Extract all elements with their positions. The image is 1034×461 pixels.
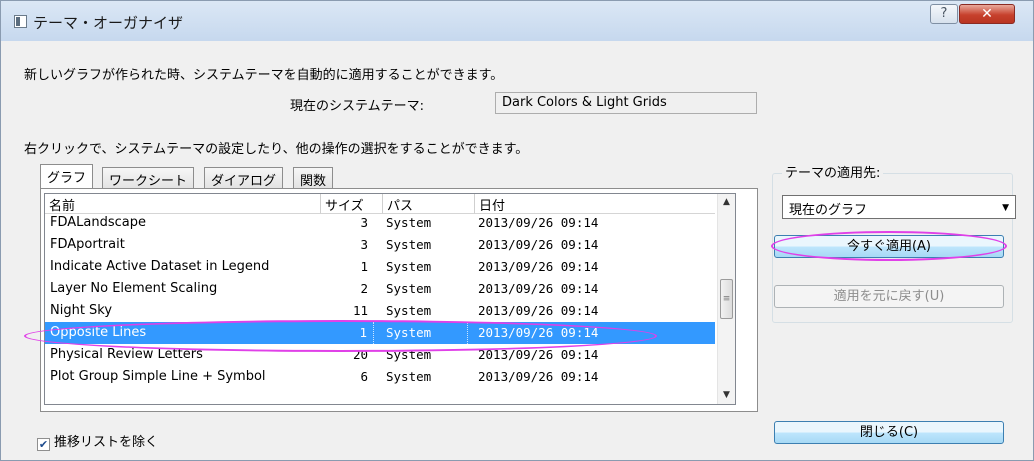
apply-target-select[interactable]: 現在のグラフ ▼ [782,195,1016,219]
exclude-list-checkbox[interactable]: ✔ 推移リストを除く [37,431,158,451]
column-header-date[interactable]: 日付 [475,194,715,214]
window-close-button[interactable]: ✕ [959,4,1015,24]
theme-name-cell: Layer No Element Scaling [50,281,218,296]
close-button[interactable]: 閉じる(C) [774,421,1004,444]
theme-date-cell: 2013/09/26 09:14 [478,347,599,362]
table-row[interactable]: FDALandscape 3 System 2013/09/26 09:14 [45,212,715,234]
theme-size-cell: 1 [321,322,374,344]
theme-name-cell: FDAportrait [50,237,125,252]
apply-now-button[interactable]: 今すぐ適用(A) [774,235,1004,258]
exclude-list-label: 推移リストを除く [54,435,159,450]
theme-size-cell: 1 [360,259,368,274]
table-row[interactable]: Indicate Active Dataset in Legend 1 System… [45,256,715,278]
theme-date-cell: 2013/09/26 09:14 [478,215,599,230]
theme-name-cell: FDALandscape [50,215,146,230]
dialog-body: 新しいグラフが作られた時、システムテーマを自動的に適用することができます。 現在… [10,41,1026,460]
tab-worksheet[interactable]: ワークシート [102,167,195,189]
checkbox-icon[interactable]: ✔ [37,438,50,451]
theme-size-cell: 3 [360,215,368,230]
chevron-down-icon: ▼ [1002,203,1009,213]
apply-target-label: テーマの適用先: [782,162,884,181]
theme-name-cell: Physical Review Letters [50,347,203,362]
theme-date-cell: 2013/09/26 09:14 [478,259,599,274]
scroll-thumb[interactable]: ≡ [720,279,733,319]
theme-name-cell: Opposite Lines [50,325,147,340]
scroll-down-icon[interactable]: ▼ [718,387,735,404]
tab-function[interactable]: 関数 [293,167,334,189]
theme-organizer-dialog: テーマ・オーガナイザ ? ✕ 新しいグラフが作られた時、システムテーマを自動的に… [0,0,1034,461]
list-header: 名前 サイズ パス 日付 [45,194,715,214]
theme-path-cell: System [386,303,432,318]
theme-date-cell: 2013/09/26 09:14 [478,237,599,252]
instruction-text: 右クリックで、システムテーマの設定したり、他の操作の選択をすることができます。 [24,142,529,157]
table-row[interactable]: Plot Group Simple Line + Symbol 6 System 20… [45,366,715,388]
window-title: テーマ・オーガナイザ [33,14,184,32]
list-scrollbar[interactable]: ▲ ≡ ▼ [717,194,735,404]
column-header-size[interactable]: サイズ [321,194,383,214]
table-row[interactable]: Layer No Element Scaling 2 System 2013/09/2… [45,278,715,300]
table-row[interactable]: Opposite Lines 1 System 2013/09/26 09:14 [45,322,715,344]
theme-name-cell: Plot Group Simple Line + Symbol [50,369,266,384]
theme-date-cell: 2013/09/26 09:14 [478,281,599,296]
theme-size-cell: 11 [352,303,368,318]
window-icon [14,15,27,28]
tab-dialog[interactable]: ダイアログ [204,167,284,189]
theme-size-cell: 6 [360,369,368,384]
current-theme-field: Dark Colors & Light Grids [495,92,757,114]
scroll-up-icon[interactable]: ▲ [718,194,735,211]
table-row[interactable]: FDAportrait 3 System 2013/09/26 09:14 [45,234,715,256]
description-text: 新しいグラフが作られた時、システムテーマを自動的に適用することができます。 [24,68,504,83]
theme-path-cell: System [386,259,432,274]
theme-path-cell: System [386,215,432,230]
tab-graph[interactable]: グラフ [40,164,94,188]
theme-path-cell: System [386,369,432,384]
table-row[interactable]: Physical Review Letters 20 System 2013/09/2… [45,344,715,366]
column-header-name[interactable]: 名前 [45,194,321,214]
theme-path-cell: System [386,281,432,296]
theme-size-cell: 2 [360,281,368,296]
theme-list[interactable]: 名前 サイズ パス 日付 FDALandscape 3 System 2013/09/… [44,193,736,405]
theme-path-cell: System [386,237,432,252]
theme-date-cell: 2013/09/26 09:14 [478,369,599,384]
help-button[interactable]: ? [930,4,958,24]
apply-target-value: 現在のグラフ [789,203,868,218]
column-header-path[interactable]: パス [383,194,475,214]
theme-path-cell: System [383,322,468,344]
theme-date-cell: 2013/09/26 09:14 [478,303,599,318]
undo-apply-button[interactable]: 適用を元に戻す(U) [774,285,1004,308]
theme-size-cell: 20 [352,347,368,362]
theme-name-cell: Night Sky [50,303,113,318]
theme-name-cell: Indicate Active Dataset in Legend [50,259,270,274]
tab-panel-graph: 名前 サイズ パス 日付 FDALandscape 3 System 2013/09/… [40,188,758,412]
title-bar: テーマ・オーガナイザ ? ✕ [1,1,1033,41]
theme-path-cell: System [386,347,432,362]
table-row[interactable]: Night Sky 11 System 2013/09/26 09:14 [45,300,715,322]
theme-date-cell: 2013/09/26 09:14 [478,325,599,340]
theme-size-cell: 3 [360,237,368,252]
current-theme-label: 現在のシステムテーマ: [290,99,424,114]
